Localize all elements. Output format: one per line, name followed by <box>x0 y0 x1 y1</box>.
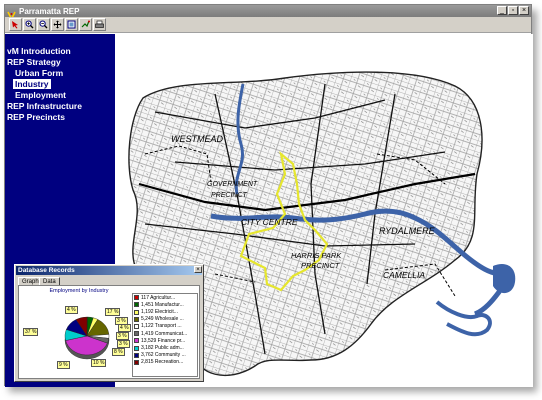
print-icon[interactable] <box>93 18 106 31</box>
percent-label-0: 4 % <box>65 306 78 314</box>
percent-label-1: 17 % <box>105 308 121 316</box>
sidebar-item-vm-introduction[interactable]: vM Introduction <box>7 46 71 56</box>
legend-entry-8: 3,762 Community ... <box>133 352 197 359</box>
map-toolbar <box>5 17 531 33</box>
legend-swatch <box>134 309 139 315</box>
chart-legend: 117 Agricultur... 1,451 Manufactur... 1,19… <box>132 293 198 377</box>
legend-swatch <box>134 316 139 322</box>
legend-swatch <box>134 323 139 329</box>
minimize-button[interactable]: _ <box>497 6 507 15</box>
legend-swatch <box>134 302 139 308</box>
percent-label-3: 4 % <box>118 324 131 332</box>
zoom-in-icon[interactable] <box>23 18 36 31</box>
legend-swatch <box>134 295 139 301</box>
label-westmead: WESTMEAD <box>171 134 224 144</box>
percent-label-6: 3 % <box>117 340 130 348</box>
percent-label-5: 37 % <box>23 328 39 336</box>
river-bay <box>493 263 516 294</box>
legend-swatch <box>134 359 139 365</box>
legend-label: 1,192 Electricit... <box>141 309 178 316</box>
maximize-button[interactable]: ▫ <box>508 6 518 15</box>
label-precinct: PRECINCT <box>211 192 248 199</box>
legend-swatch <box>134 338 139 344</box>
legend-entry-0: 117 Agricultur... <box>133 294 197 301</box>
db-window-title: Database Records <box>16 266 202 275</box>
legend-entry-2: 1,192 Electricit... <box>133 309 197 316</box>
select-arrow-icon[interactable] <box>9 18 22 31</box>
legend-label: 5,249 Wholesale ... <box>141 316 184 323</box>
legend-swatch <box>134 352 139 358</box>
legend-label: 3,182 Public adm... <box>141 345 184 351</box>
title-bar: Parramatta REP _ ▫ × <box>5 5 531 21</box>
sidebar-item-rep-precincts[interactable]: REP Precincts <box>7 112 65 122</box>
percent-label-9: 10 % <box>91 359 107 367</box>
legend-entry-7: 3,182 Public adm... <box>133 345 197 352</box>
full-extent-icon[interactable] <box>65 18 78 31</box>
sidebar-item-employment[interactable]: Employment <box>15 90 66 100</box>
legend-entry-4: 1,122 Transport ... <box>133 323 197 330</box>
legend-label: 1,451 Manufactur... <box>141 301 184 308</box>
legend-label: 13,529 Finance pr... <box>141 337 186 344</box>
sidebar-item-rep-infrastructure[interactable]: REP Infrastructure <box>7 101 82 111</box>
legend-swatch <box>134 331 139 337</box>
label-camellia: CAMELLIA <box>383 270 425 280</box>
legend-entry-3: 5,249 Wholesale ... <box>133 316 197 323</box>
legend-label: 117 Agricultur... <box>141 294 176 301</box>
label-government: GOVERNMENT <box>207 181 258 188</box>
legend-entry-6: 13,529 Finance pr... <box>133 337 197 344</box>
label-harris-park: HARRIS PARK <box>291 251 342 260</box>
legend-entry-5: 1,419 Communicat... <box>133 330 197 337</box>
window-controls: _ ▫ × <box>497 6 529 15</box>
label-harris-precinct: PRECINCT <box>301 261 341 270</box>
legend-label: 3,762 Community ... <box>141 352 186 359</box>
legend-swatch <box>134 345 139 351</box>
app-logo-icon <box>7 7 16 21</box>
zoom-out-icon[interactable] <box>37 18 50 31</box>
sidebar-item-urban-form[interactable]: Urban Form <box>15 68 63 78</box>
window-title: Parramatta REP <box>19 6 80 16</box>
legend-label: 1,419 Communicat... <box>141 330 188 337</box>
database-records-window[interactable]: Database Records × Graph Data Employment… <box>14 264 204 382</box>
close-button[interactable]: × <box>519 6 529 15</box>
label-city-centre: CITY CENTRE <box>241 217 298 227</box>
legend-label: 1,122 Transport ... <box>141 323 182 330</box>
legend-label: 2,815 Recreation... <box>141 359 184 366</box>
graph-panel: Employment by Industry 117 Agricultur...… <box>18 285 200 379</box>
sidebar-item-rep-strategy[interactable]: REP Strategy <box>7 57 61 67</box>
percent-label-8: 9 % <box>57 361 70 369</box>
percent-label-4: 3 % <box>116 332 129 340</box>
identify-icon[interactable] <box>79 18 92 31</box>
db-close-icon[interactable]: × <box>194 266 202 273</box>
label-rydalmere: RYDALMERE <box>379 226 436 236</box>
sidebar-item-industry[interactable]: Industry <box>13 79 51 89</box>
percent-label-7: 8 % <box>112 348 125 356</box>
legend-entry-1: 1,451 Manufactur... <box>133 301 197 308</box>
pan-icon[interactable] <box>51 18 64 31</box>
legend-entry-9: 2,815 Recreation... <box>133 359 197 366</box>
